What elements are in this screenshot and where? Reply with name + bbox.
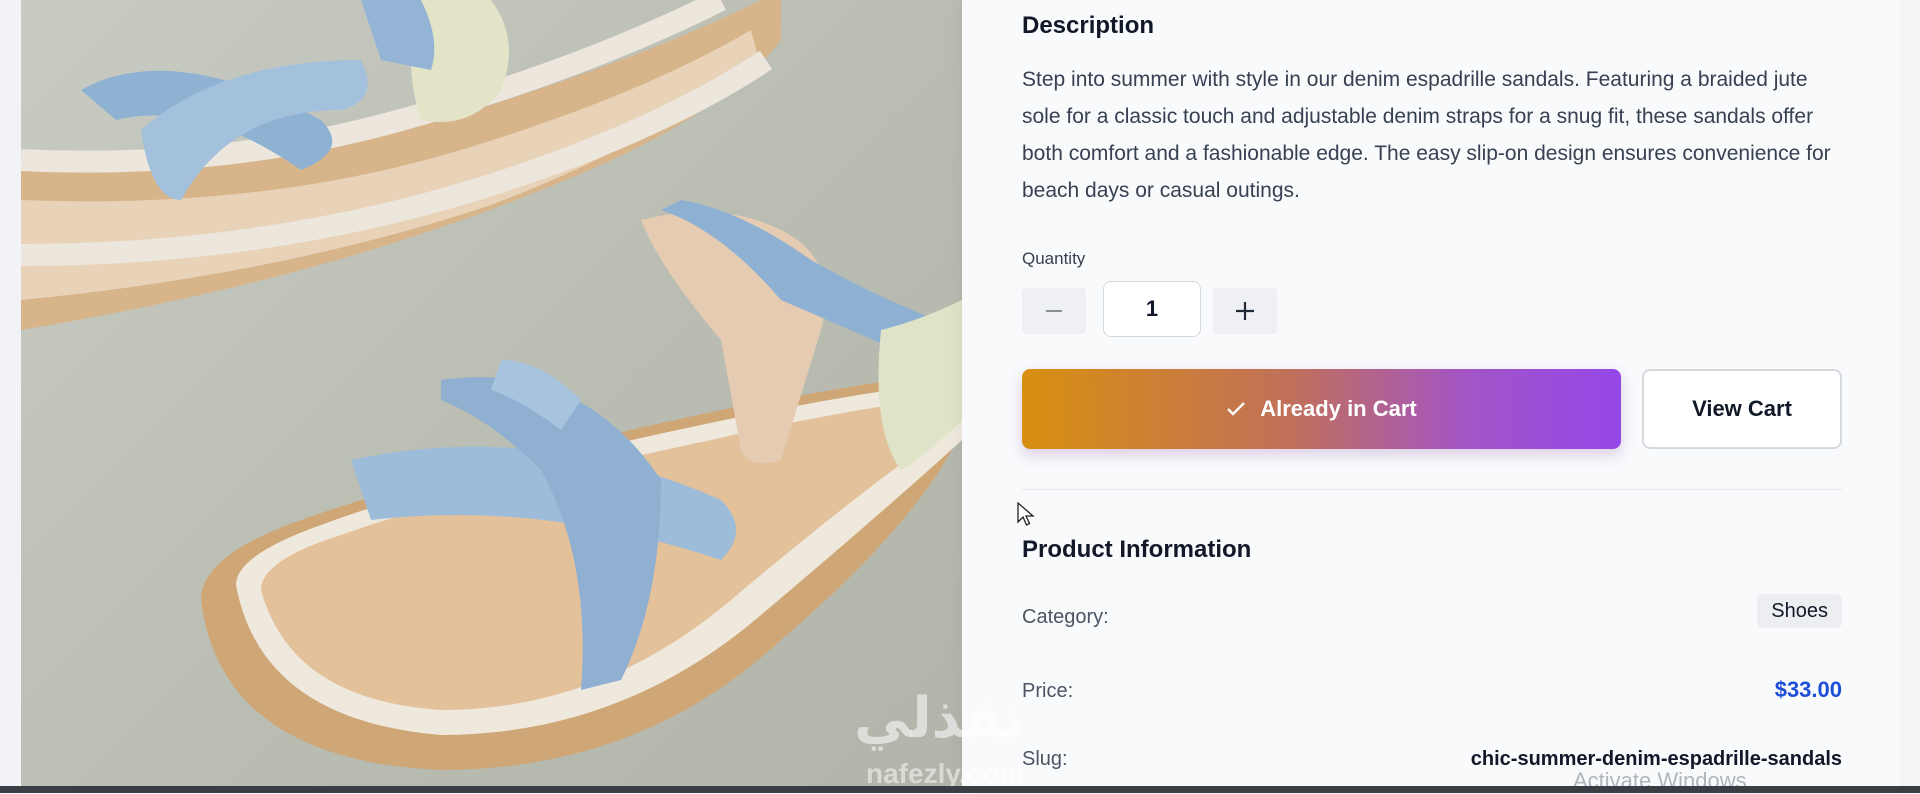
already-in-cart-button[interactable]: Already in Cart xyxy=(1022,369,1621,449)
mouse-cursor-icon xyxy=(1017,502,1035,526)
view-cart-button[interactable]: View Cart xyxy=(1642,369,1842,449)
quantity-label: Quantity xyxy=(1022,249,1086,268)
taskbar-edge xyxy=(0,786,1920,793)
right-gutter xyxy=(1900,0,1920,793)
bottom-sandal xyxy=(201,200,962,770)
category-value: Shoes xyxy=(1757,594,1842,628)
price-value: $33.00 xyxy=(1774,677,1842,702)
cart-button-label: Already in Cart xyxy=(1260,396,1417,421)
watermark-logo: نفذلي xyxy=(854,686,1026,749)
description-title: Description xyxy=(1022,12,1155,39)
minus-icon xyxy=(1046,310,1062,312)
product-image xyxy=(21,0,962,786)
check-icon xyxy=(1227,402,1246,416)
slug-label: Slug: xyxy=(1022,748,1068,770)
price-label: Price: xyxy=(1022,680,1074,702)
sandals-photo xyxy=(21,0,962,770)
top-sandal xyxy=(21,0,781,330)
divider xyxy=(1022,489,1842,490)
left-gutter xyxy=(0,0,21,793)
plus-icon xyxy=(1236,302,1254,320)
product-details-panel: Description Step into summer with style … xyxy=(962,0,1900,786)
category-badge: Shoes xyxy=(1757,594,1842,628)
description-text: Step into summer with style in our denim… xyxy=(1022,68,1831,202)
decrease-quantity-button[interactable] xyxy=(1022,288,1086,334)
quantity-input[interactable] xyxy=(1103,281,1201,337)
category-label: Category: xyxy=(1022,606,1109,628)
increase-quantity-button[interactable] xyxy=(1213,288,1277,334)
product-info-title: Product Information xyxy=(1022,536,1252,563)
